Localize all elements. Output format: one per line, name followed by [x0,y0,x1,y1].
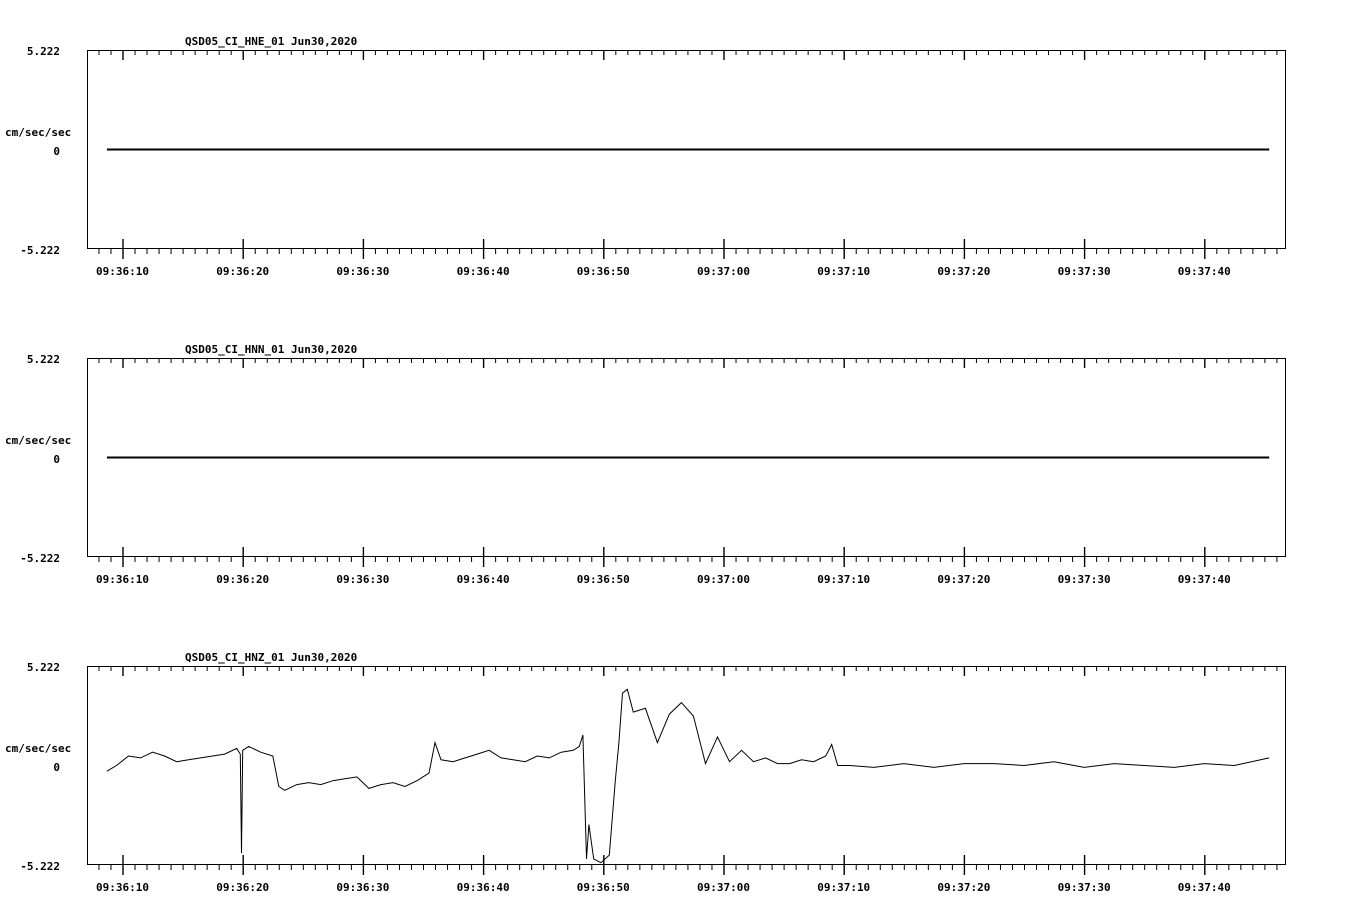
panel-title: QSD05_CI_HNE_01 Jun30,2020 [185,35,357,48]
y-tick-bottom: -5.222 [20,860,60,873]
x-tick-label: 09:36:20 [216,881,269,894]
panel-hne: QSD05_CI_HNE_01 Jun30,2020 cm/sec/sec 5.… [5,35,1286,278]
y-tick-zero: 0 [53,453,60,466]
y-axis-label: cm/sec/sec [5,742,71,755]
panel-hnn: QSD05_CI_HNN_01 Jun30,2020 cm/sec/sec 5.… [5,343,1286,586]
x-tick-label: 09:36:30 [336,265,389,278]
x-tick-label: 09:37:30 [1058,573,1111,586]
x-tick-label: 09:36:10 [96,881,149,894]
y-axis-label: cm/sec/sec [5,434,71,447]
x-tick-label: 09:37:40 [1178,881,1231,894]
y-tick-top: 5.222 [27,45,60,58]
x-tick-label: 09:37:10 [817,265,870,278]
x-tick-label: 09:37:40 [1178,265,1231,278]
x-tick-label: 09:37:40 [1178,573,1231,586]
x-axis: 09:36:10 09:36:20 09:36:30 09:36:40 09:36:50… [96,50,1278,278]
y-tick-top: 5.222 [27,661,60,674]
x-tick-label: 09:37:30 [1058,265,1111,278]
x-tick-label: 09:36:10 [96,573,149,586]
x-tick-label: 09:36:10 [96,265,149,278]
x-tick-label: 09:37:20 [937,265,990,278]
x-axis: 09:36:10 09:36:20 09:36:30 09:36:40 09:36:50… [96,358,1278,586]
seismogram-figure: QSD05_CI_HNE_01 Jun30,2020 cm/sec/sec 5.… [5,35,1286,894]
x-tick-label: 09:37:10 [817,573,870,586]
x-tick-label: 09:36:50 [577,265,630,278]
x-tick-label: 09:37:00 [697,881,750,894]
trace-line [106,688,1270,864]
x-tick-label: 09:37:00 [697,265,750,278]
x-tick-label: 09:36:40 [457,265,510,278]
y-axis-label: cm/sec/sec [5,126,71,139]
x-tick-label: 09:37:10 [817,881,870,894]
panel-hnz: QSD05_CI_HNZ_01 Jun30,2020 cm/sec/sec 5.… [5,651,1286,894]
y-tick-top: 5.222 [27,353,60,366]
x-tick-label: 09:37:20 [937,881,990,894]
x-tick-label: 09:36:20 [216,573,269,586]
x-tick-label: 09:36:30 [336,573,389,586]
panel-title: QSD05_CI_HNN_01 Jun30,2020 [185,343,357,356]
x-axis: 09:36:10 09:36:20 09:36:30 09:36:40 09:36:50… [96,666,1278,894]
x-tick-label: 09:36:50 [577,881,630,894]
x-tick-label: 09:37:00 [697,573,750,586]
x-tick-label: 09:36:50 [577,573,630,586]
x-tick-label: 09:36:20 [216,265,269,278]
x-tick-label: 09:37:20 [937,573,990,586]
y-tick-zero: 0 [53,761,60,774]
plot-frame [87,666,1286,865]
x-tick-label: 09:37:30 [1058,881,1111,894]
x-tick-label: 09:36:40 [457,573,510,586]
x-tick-label: 09:36:40 [457,881,510,894]
y-tick-bottom: -5.222 [20,552,60,565]
panel-title: QSD05_CI_HNZ_01 Jun30,2020 [185,651,357,664]
y-tick-bottom: -5.222 [20,244,60,257]
x-tick-label: 09:36:30 [336,881,389,894]
y-tick-zero: 0 [53,145,60,158]
